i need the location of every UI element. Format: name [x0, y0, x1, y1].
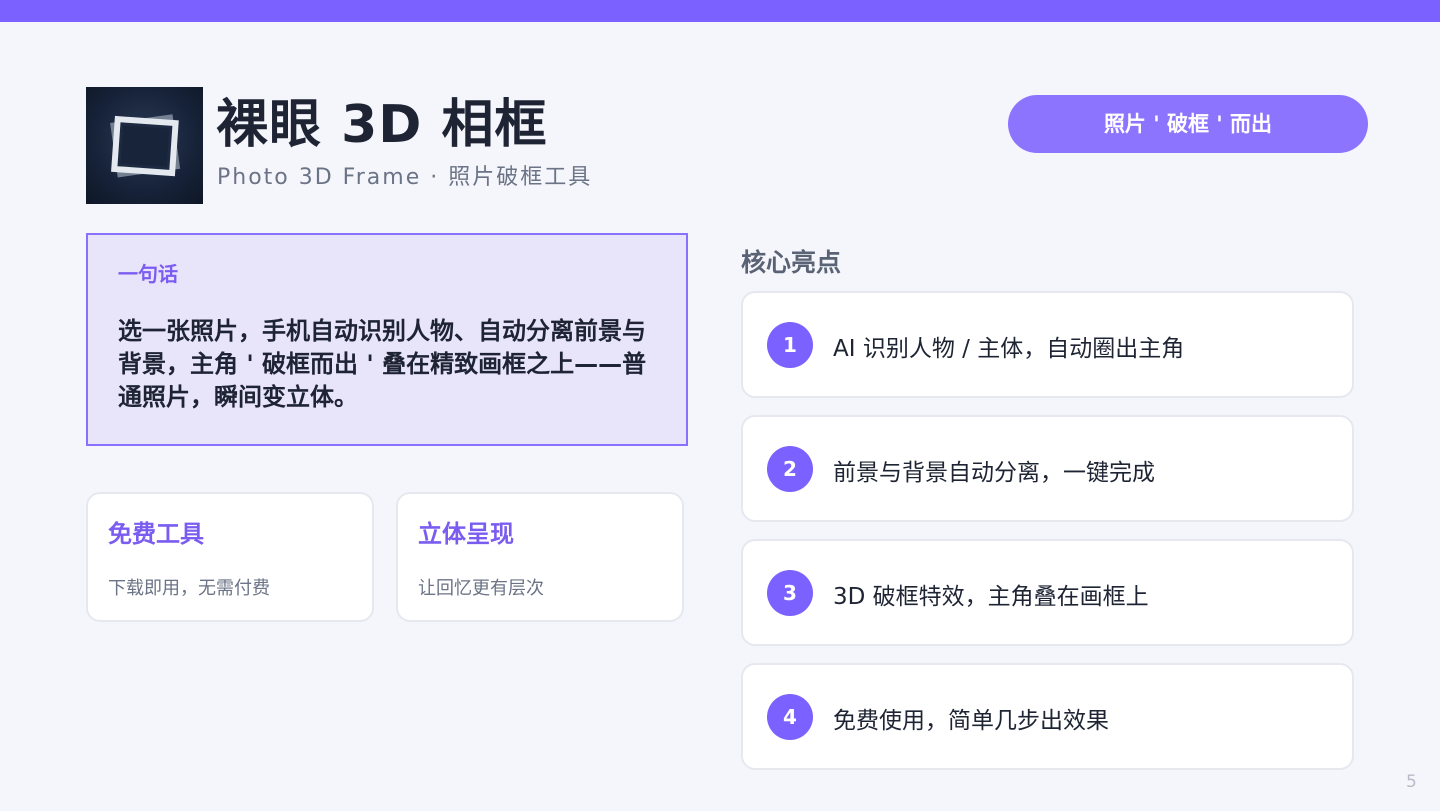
photo-frame-icon — [86, 87, 203, 204]
feature-card-title: 立体呈现 — [418, 520, 514, 548]
highlight-text: AI 识别人物 / 主体，自动圈出主角 — [833, 336, 1185, 362]
top-accent-bar — [0, 0, 1440, 22]
feature-card-desc: 让回忆更有层次 — [418, 578, 544, 599]
page-title: 裸眼 3D 相框 — [216, 95, 548, 155]
summary-label: 一句话 — [118, 262, 178, 286]
highlight-text: 前景与背景自动分离，一键完成 — [833, 460, 1155, 486]
highlight-number: 1 — [767, 322, 813, 368]
highlight-text: 免费使用，简单几步出效果 — [833, 708, 1109, 734]
highlight-text: 3D 破框特效，主角叠在画框上 — [833, 584, 1149, 610]
summary-box: 一句话 选一张照片，手机自动识别人物、自动分离前景与背景，主角 ' 破框而出 '… — [86, 233, 688, 446]
feature-card-desc: 下载即用，无需付费 — [108, 578, 270, 599]
summary-text: 选一张照片，手机自动识别人物、自动分离前景与背景，主角 ' 破框而出 ' 叠在精… — [118, 317, 647, 411]
tagline-badge: 照片 ' 破框 ' 而出 — [1008, 95, 1368, 153]
page-number: 5 — [1406, 772, 1417, 792]
highlight-number: 4 — [767, 694, 813, 740]
highlight-number: 3 — [767, 570, 813, 616]
page-subtitle: Photo 3D Frame · 照片破框工具 — [217, 165, 593, 190]
highlights-title: 核心亮点 — [741, 248, 842, 277]
highlight-item: 1 AI 识别人物 / 主体，自动圈出主角 — [741, 291, 1354, 398]
highlight-item: 3 3D 破框特效，主角叠在画框上 — [741, 539, 1354, 646]
highlight-item: 2 前景与背景自动分离，一键完成 — [741, 415, 1354, 522]
feature-card-title: 免费工具 — [108, 520, 204, 548]
highlight-number: 2 — [767, 446, 813, 492]
feature-card-free: 免费工具 下载即用，无需付费 — [86, 492, 374, 622]
highlight-item: 4 免费使用，简单几步出效果 — [741, 663, 1354, 770]
feature-card-3d: 立体呈现 让回忆更有层次 — [396, 492, 684, 622]
